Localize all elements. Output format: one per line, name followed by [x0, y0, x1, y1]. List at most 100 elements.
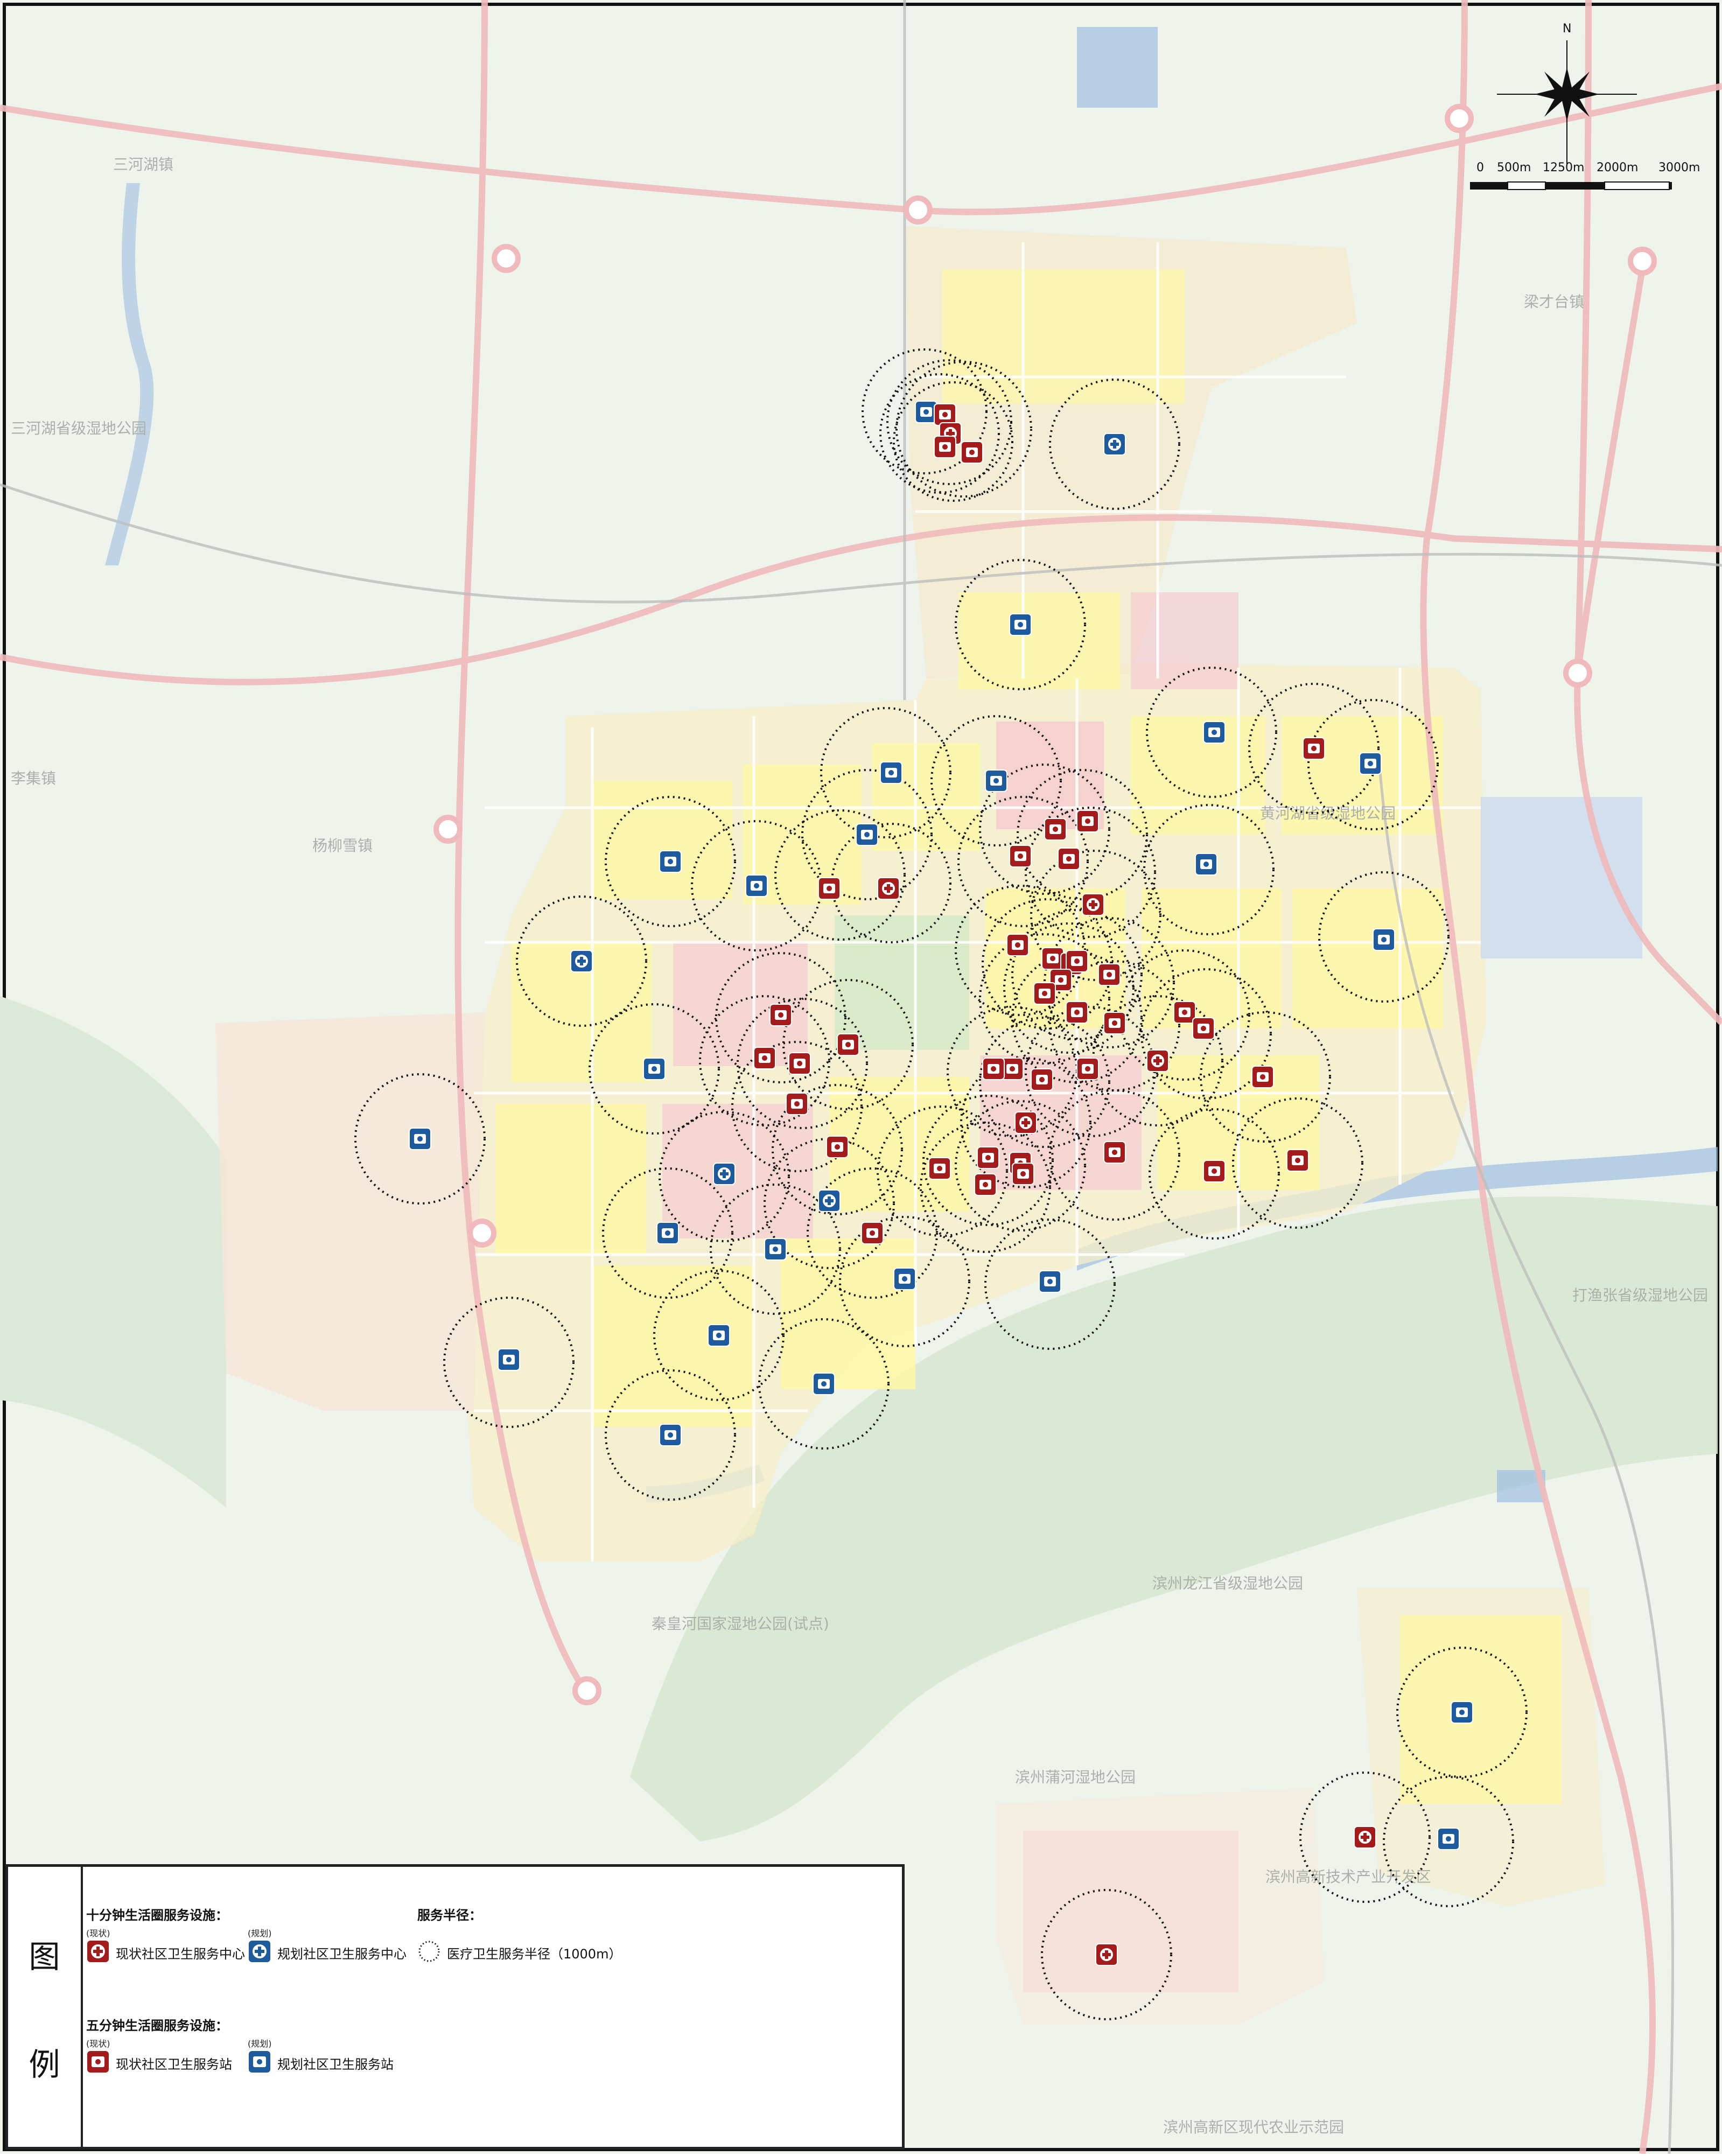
land-block: [942, 269, 1185, 404]
existing-health-center-marker: [1146, 1049, 1169, 1072]
existing-health-station-marker: [928, 1157, 951, 1180]
legend-title-char: 例: [29, 2046, 60, 2083]
planned-health-station-marker: [880, 761, 902, 784]
existing-health-station-marker: [982, 1058, 1005, 1080]
place-label: 三河湖省级湿地公园: [11, 419, 146, 437]
planned-health-station-marker: [659, 1424, 682, 1446]
planned-health-station-marker: [745, 874, 768, 897]
legend-radius-title: 服务半径：: [417, 1908, 482, 1923]
planned-health-station-marker: [1195, 853, 1217, 876]
blue-cross-medical-center-icon: [249, 1941, 270, 1962]
land-block: [495, 1104, 646, 1255]
legend-planned-center-label: 规划社区卫生服务中心: [277, 1947, 407, 1962]
place-label: 梁才台镇: [1524, 293, 1584, 311]
west-district: [215, 1012, 485, 1411]
existing-health-station-marker: [934, 436, 956, 458]
map-frame: 三河湖镇 三河湖省级湿地公园 杨柳雪镇 李集镇 秦皇河国家湿地公园(试点) 黄河…: [0, 0, 1722, 2154]
existing-health-station-marker: [1203, 1160, 1226, 1182]
existing-health-center-marker: [1354, 1826, 1376, 1849]
land-block: [1481, 797, 1642, 958]
land-block: [1023, 1831, 1238, 1992]
place-label: 三河湖镇: [113, 156, 173, 173]
land-block: [829, 1077, 969, 1212]
existing-health-station-marker: [1066, 950, 1088, 972]
existing-health-station-marker: [1031, 1068, 1053, 1091]
planned-health-station-marker: [708, 1324, 730, 1347]
existing-health-station-marker: [1066, 1001, 1088, 1024]
existing-health-station-marker: [1173, 1001, 1196, 1024]
legend-radius-label: 医疗卫生服务半径（1000m）: [447, 1947, 622, 1962]
place-label: 滨州蒲河湿地公园: [1015, 1768, 1136, 1786]
scale-tick: 3000m: [1658, 161, 1700, 174]
red-medical-station-icon: [87, 2051, 109, 2073]
scale-tick: 2000m: [1597, 161, 1638, 174]
existing-health-station-marker: [1009, 845, 1032, 867]
scale-tick: 0: [1476, 161, 1484, 174]
dotted-service-radius-icon: [418, 1941, 440, 1962]
existing-health-station-marker: [1103, 1141, 1126, 1164]
land-block: [1292, 888, 1443, 1028]
planned-health-center-marker: [570, 950, 593, 972]
existing-health-station-marker: [1192, 1017, 1215, 1040]
legend-panel: 图 例 十分钟生活圈服务设施： (现状) 现状社区卫生服务中心 (规划) 规划社…: [5, 1864, 905, 2150]
planned-health-station-marker: [643, 1058, 666, 1080]
existing-health-station-marker: [1044, 818, 1067, 841]
existing-health-station-marker: [1103, 1012, 1126, 1034]
legend-status-existing: (现状): [86, 1928, 110, 1938]
existing-health-station-marker: [753, 1047, 776, 1069]
existing-health-center-marker: [1095, 1943, 1118, 1966]
planned-health-station-marker: [1437, 1828, 1460, 1850]
land-block: [835, 915, 969, 1050]
planned-health-center-marker: [818, 1189, 841, 1212]
existing-health-station-marker: [974, 1173, 997, 1196]
existing-health-station-marker: [1076, 810, 1099, 832]
existing-health-station-marker: [1251, 1066, 1274, 1088]
existing-health-station-marker: [818, 877, 841, 900]
existing-health-station-marker: [1303, 737, 1325, 760]
legend-existing-center-label: 现状社区卫生服务中心: [116, 1947, 245, 1962]
legend-five-min-title: 五分钟生活圈服务设施：: [86, 2018, 228, 2033]
planned-health-station-marker: [409, 1128, 431, 1150]
land-block: [1131, 716, 1265, 835]
legend-status-existing: (现状): [86, 2039, 110, 2049]
planned-health-station-marker: [764, 1238, 787, 1261]
water-body: [1077, 27, 1158, 108]
planned-health-station-marker: [1203, 721, 1226, 744]
existing-health-station-marker: [826, 1136, 849, 1158]
existing-health-station-marker: [977, 1146, 999, 1169]
legend-ten-min-title: 十分钟生活圈服务设施：: [86, 1908, 228, 1923]
legend-status-planned: (规划): [248, 1928, 272, 1938]
planned-health-station-marker: [1009, 613, 1032, 636]
urban-health-facility-map: 三河湖镇 三河湖省级湿地公园 杨柳雪镇 李集镇 秦皇河国家湿地公园(试点) 黄河…: [0, 0, 1722, 2154]
planned-health-station-marker: [1451, 1701, 1473, 1724]
existing-health-station-marker: [861, 1222, 884, 1244]
land-block: [872, 743, 980, 851]
existing-health-center-marker: [877, 877, 900, 900]
legend-planned-station-label: 规划社区卫生服务站: [277, 2057, 394, 2072]
place-label: 滨州高新区现代农业示范园: [1163, 2118, 1344, 2136]
existing-health-station-marker: [786, 1093, 808, 1115]
planned-health-station-marker: [659, 850, 682, 873]
existing-health-station-marker: [1012, 1163, 1034, 1185]
planned-health-station-marker: [893, 1268, 916, 1290]
existing-health-center-marker: [1014, 1111, 1037, 1134]
planned-health-station-marker: [856, 823, 878, 846]
place-label: 李集镇: [11, 769, 56, 787]
land-block: [1400, 1615, 1562, 1804]
planned-health-station-marker: [1373, 928, 1395, 951]
planned-health-station-marker: [1359, 752, 1382, 775]
existing-health-station-marker: [1286, 1149, 1309, 1172]
existing-health-station-marker: [1076, 1058, 1099, 1080]
planned-health-station-marker: [985, 769, 1007, 792]
planned-health-center-marker: [713, 1163, 736, 1185]
scale-tick: 500m: [1497, 161, 1531, 174]
compass-north-label: N: [1563, 22, 1571, 36]
place-label: 黄河湖省级湿地公园: [1260, 804, 1396, 822]
place-label: 打渔张省级湿地公园: [1572, 1286, 1708, 1304]
place-label: 滨州龙江省级湿地公园: [1152, 1574, 1303, 1592]
place-label: 滨州高新技术产业开发区: [1265, 1868, 1431, 1886]
existing-health-station-marker: [1098, 963, 1121, 986]
scale-tick: 1250m: [1543, 161, 1584, 174]
existing-health-station-marker: [1006, 934, 1029, 956]
existing-health-station-marker: [961, 441, 983, 464]
